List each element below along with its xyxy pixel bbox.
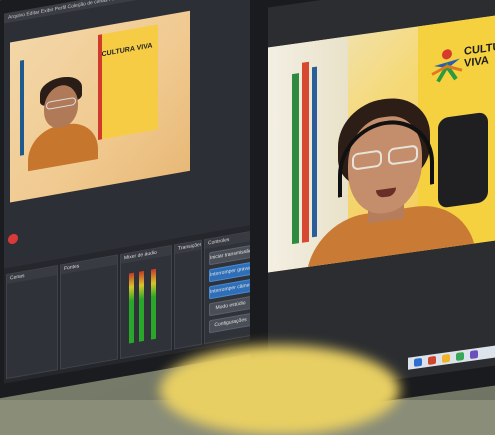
participant-video: CULTURA VIVA [268,13,495,273]
obs-window: Arquivo Editar Exibir Perfil Coleção de … [4,0,259,384]
taskbar-app-icon[interactable] [442,353,450,364]
preview-poster [98,24,158,140]
video-call-window: CULTURA VIVA [268,0,495,398]
preview-stripe [20,60,24,156]
transitions-dock: Transições de cena [174,239,202,350]
scenes-dock-title: Cenas [7,266,57,285]
scenes-dock: Cenas [6,265,58,380]
banner-stripe [302,61,309,243]
glasses-lens [352,149,382,171]
audio-mixer-title: Mixer de áudio [121,246,171,264]
audio-meter [129,272,134,344]
audio-meter [151,268,156,340]
transitions-dock-title: Transições de cena [175,240,201,255]
audio-mixer-dock: Mixer de áudio [120,244,172,360]
sources-dock: Fontes [60,254,118,370]
taskbar-app-icon[interactable] [456,351,464,362]
cultura-viva-logo-icon [431,49,463,83]
sources-dock-title: Fontes [61,255,117,275]
obs-preview: CULTURA VIVA [10,10,190,203]
left-monitor: Arquivo Editar Exibir Perfil Coleção de … [0,0,273,401]
recording-indicator-icon [8,233,18,245]
taskbar-app-icon[interactable] [414,357,422,367]
chair [438,111,488,209]
banner-stripe [312,66,317,238]
glasses-lens [388,144,418,166]
taskbar-app-icon[interactable] [428,355,436,365]
taskbar [408,342,495,370]
banner-stripe [292,73,299,245]
taskbar-app-icon[interactable] [470,349,478,360]
audio-meter [139,270,144,342]
foreground-blur [160,345,400,435]
settings-button[interactable]: Configurações [209,312,252,334]
